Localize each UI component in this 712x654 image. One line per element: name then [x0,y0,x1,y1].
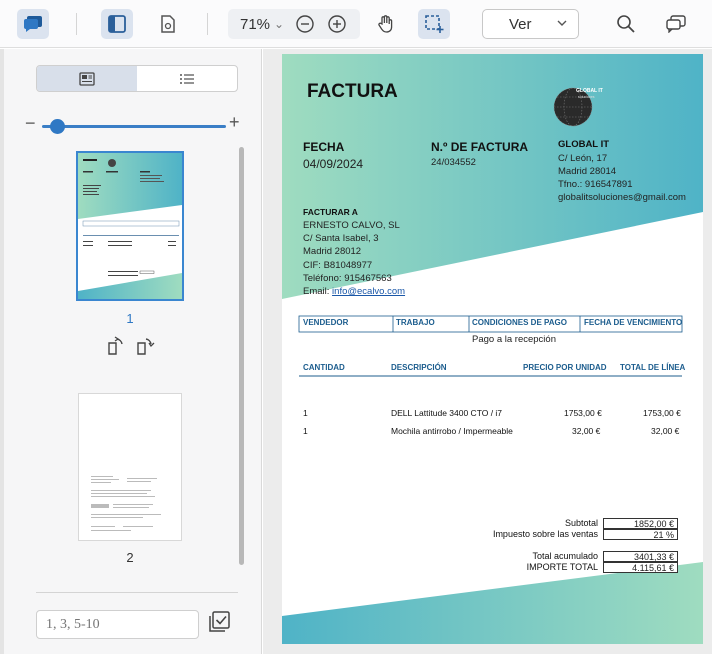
view-select-label: Ver [509,15,532,33]
page-icon [161,15,175,33]
client-phone: Teléfono: 915467563 [303,273,392,284]
company-street: C/ León, 17 [558,153,608,164]
outline-view-button[interactable] [137,66,237,91]
client-cif: CIF: B81048977 [303,260,373,271]
item-price: 1753,00 € [564,408,602,418]
client-email-link[interactable]: info@ecalvo.com [332,286,405,297]
thumbnails-view-button[interactable] [37,66,137,91]
items-header-total: TOTAL DE LÍNEA [620,363,686,372]
total-label: IMPORTE TOTAL [526,562,598,572]
total-value: 4.115,61 € [603,562,678,573]
list-icon [180,73,194,84]
sidebar-view-toggle [36,65,238,92]
comments-panel-button[interactable] [17,9,49,39]
thumbnail-page-number: 2 [126,550,134,565]
sidebar-scrollbar[interactable] [239,147,244,565]
items-header-cantidad: CANTIDAD [303,363,345,372]
thumbnails-icon [79,71,95,86]
terms-value: Pago a la recepción [472,334,556,345]
page-range-input[interactable] [36,610,199,639]
item-price: 32,00 € [572,426,601,436]
subtotal-value: 1852,00 € [603,518,678,529]
zoom-in-button[interactable] [328,15,346,33]
client-street: C/ Santa Isabel, 3 [303,233,379,244]
company-city: Madrid 28014 [558,166,617,177]
thumbnail-page-number: 1 [126,311,134,326]
client-name: ERNESTO CALVO, SL [303,220,400,231]
comment-icon [24,16,42,32]
thumbnail-size-slider[interactable] [42,125,226,128]
items-header-precio: PRECIO POR UNIDAD [523,363,607,372]
logo-subtext: soluciones [578,95,595,99]
accumulated-label: Total acumulado [532,551,598,561]
sidebar-icon [108,15,126,33]
select-area-icon [425,15,444,33]
client-email-label: Email: [303,286,330,297]
item-desc: DELL Lattitude 3400 CTO / i7 [391,408,503,418]
rotate-right-icon [137,338,155,355]
item-total: 32,00 € [651,426,680,436]
invoice-title: FACTURA [307,81,398,102]
zoom-out-icon [296,15,314,33]
zoom-value[interactable]: 71% [240,16,272,33]
thumbnail-size-increase[interactable]: + [229,112,240,133]
bill-to-label: FACTURAR A [303,207,358,217]
apply-page-selection-button[interactable] [208,611,230,638]
accumulated-value: 3401,33 € [603,551,678,562]
search-button[interactable] [610,9,642,39]
page-view-button[interactable] [152,9,184,39]
client-city: Madrid 28012 [303,246,362,257]
rotate-right-button[interactable] [136,336,156,361]
company-name: GLOBAL IT [558,139,610,150]
client-email-row: Email: info@ecalvo.com [303,286,405,297]
items-header-descripcion: DESCRIPCIÓN [391,363,447,372]
invoice-number-value: 24/034552 [431,157,476,168]
thumbnail-size-decrease[interactable]: − [25,113,36,134]
invoice-number-label: N.º DE FACTURA [431,140,529,154]
page-thumbnail-2[interactable] [78,393,182,541]
tax-label: Impuesto sobre las ventas [492,529,598,539]
invoice-page: FACTURA GLOBAL IT soluciones FECHA 04/09… [282,54,703,644]
view-select[interactable]: Ver [482,9,579,39]
rotate-left-icon [108,336,123,355]
fecha-value: 04/09/2024 [303,157,364,171]
slider-handle[interactable] [50,119,65,134]
thumbnail-sidebar: − + 1 2 1, 3, 5-10 [0,49,262,654]
check-box-icon [209,611,230,632]
zoom-control: 71% ⌄ [228,9,360,39]
rotate-left-button[interactable] [104,336,124,361]
terms-header-vendedor: VENDEDOR [303,318,349,327]
zoom-in-icon [328,15,346,33]
item-qty: 1 [303,426,308,436]
divider [36,592,238,593]
chevron-down-icon [557,20,567,26]
page-thumbnail-1[interactable] [76,151,184,301]
item-total: 1753,00 € [643,408,681,418]
terms-header-condiciones: CONDICIONES DE PAGO [472,318,567,327]
search-icon [617,15,635,33]
hand-icon [378,15,393,33]
logo-text: GLOBAL IT [576,88,603,94]
company-email: globalitsoluciones@gmail.com [558,192,686,203]
company-phone: Tfno.: 916547891 [558,179,633,190]
terms-header-vencimiento: FECHA DE VENCIMIENTO [584,318,683,327]
sidebar-left-edge [0,49,4,654]
toolbar: 71% ⌄ Ver [0,0,712,48]
pan-tool-button[interactable] [370,9,402,39]
fecha-label: FECHA [303,140,345,154]
item-qty: 1 [303,408,308,418]
terms-header-trabajo: TRABAJO [396,318,435,327]
chevron-down-icon[interactable]: ⌄ [274,17,284,31]
zoom-out-button[interactable] [296,15,314,33]
select-area-button[interactable] [418,9,450,39]
toggle-sidebar-button[interactable] [101,9,133,39]
annotations-button[interactable] [660,9,692,39]
subtotal-label: Subtotal [564,518,598,528]
item-desc: Mochila antirrobo / Impermeable [391,426,513,436]
annotate-icon [666,15,686,33]
tax-value: 21 % [603,529,678,540]
